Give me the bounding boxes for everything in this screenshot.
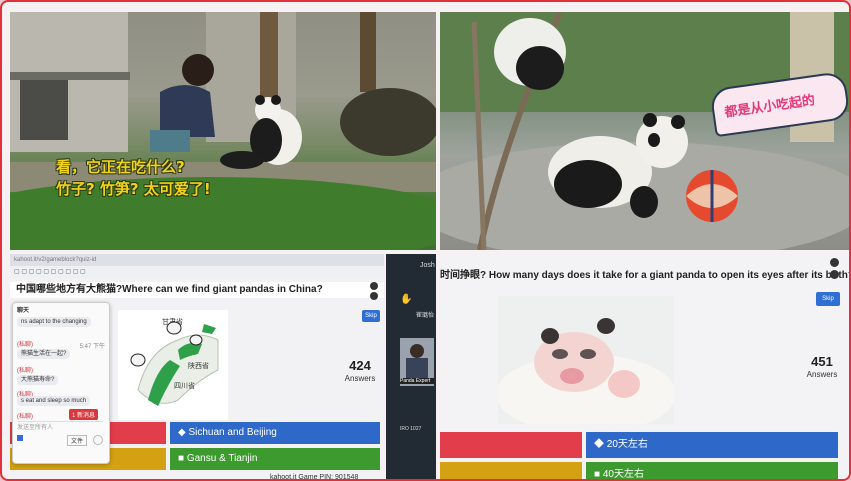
chat-message: ns adapt to the changing [17, 317, 91, 327]
baby-panda-image [498, 296, 674, 424]
answer-blue[interactable]: ◆ Sichuan and Beijing [170, 422, 380, 444]
answer-green-label: 40天左右 [602, 469, 644, 480]
file-button[interactable]: 文件 [67, 435, 88, 446]
answer-blue-label: Sichuan and Beijing [188, 427, 277, 438]
raise-hand-label: 崔璐怡 [416, 313, 435, 319]
skip-button[interactable]: Skip [816, 292, 840, 306]
chat-sender: (私聊) [17, 414, 33, 420]
settings-icon[interactable] [830, 270, 839, 279]
square-icon: ■ [178, 453, 187, 464]
chat-message: 大熊猫寿命? [17, 375, 59, 385]
chat-sender: (私聊) [17, 368, 33, 374]
diamond-icon: ◆ [178, 427, 189, 438]
question-text: 时间挣眼? How many days does it take for a g… [440, 270, 851, 281]
video-sidebar: Josh ✋ 崔璐怡 Panda Expert IRO 1027 [386, 254, 436, 479]
answer-blue-label: 20天左右 [606, 439, 648, 450]
chat-message: 熊猫生活在一起? [17, 349, 71, 359]
collage-frame: 看，它正在吃什么? 竹子? 竹笋? 太可爱了! 都是从小吃起的 kahoot.i… [0, 0, 851, 481]
kahoot-panel-map: kahoot.it/v2/gameblock?quiz-id ▢ ▢ ▢ ▢ ▢… [10, 254, 384, 481]
speech-bubble-text: 都是从小吃起的 [723, 93, 816, 121]
answer-green-label: Gansu & Tianjin [186, 453, 258, 464]
answers-count: 451 [811, 354, 833, 369]
participant-body [406, 358, 428, 378]
video-panel-keeper: 看，它正在吃什么? 竹子? 竹笋? 太可爱了! [10, 12, 436, 250]
participant-name: Josh [420, 262, 435, 269]
chat-time: 5:47 下午 [79, 344, 105, 350]
answer-blue[interactable]: ◆ 20天左右 [586, 432, 838, 458]
question-text: 中国哪些地方有大熊猫?Where can we find giant panda… [10, 282, 384, 298]
answer-yellow[interactable] [440, 462, 582, 479]
new-message-button[interactable]: 1 新消息 [69, 409, 99, 420]
participant-video[interactable]: Panda Expert [400, 338, 434, 386]
answer-green[interactable]: ■ 40天左右 [586, 462, 838, 480]
raise-hand-icon: ✋ [400, 294, 413, 305]
answer-red[interactable] [440, 432, 582, 458]
caption-line-2: 竹子? 竹笋? 太可爱了! [56, 180, 211, 198]
chat-window: 聊天 ns adapt to the changing (私聊) 熊猫生活在一起?… [12, 302, 110, 464]
volume-icon[interactable] [830, 258, 839, 267]
diamond-icon: ◆ [594, 439, 607, 450]
answer-green[interactable]: ■ Gansu & Tianjin [170, 448, 380, 470]
keeper-scene-image [10, 12, 436, 250]
skip-button[interactable]: Skip [362, 310, 380, 322]
square-icon: ■ [594, 469, 603, 480]
settings-icon[interactable] [370, 292, 378, 300]
panda-ball-scene-image [440, 12, 849, 250]
kahoot-panel-baby-panda: 时间挣眼? How many days does it take for a g… [440, 254, 851, 480]
volume-icon[interactable] [370, 282, 378, 290]
video-panel-ball: 都是从小吃起的 [440, 12, 849, 250]
chat-title: 聊天 [17, 308, 30, 314]
participant-label: Panda Expert [400, 378, 434, 384]
avatar [410, 344, 424, 358]
chat-message: s eat and sleep so much [17, 396, 91, 406]
china-map-image: 甘肃省 四川省 陕西省 [118, 310, 228, 420]
caption-line-1: 看，它正在吃什么? [56, 158, 185, 176]
map-label-sichuan: 四川省 [174, 381, 195, 390]
answers-label: Answers [344, 374, 376, 383]
send-icon[interactable] [17, 435, 23, 441]
bookmarks-bar: ▢ ▢ ▢ ▢ ▢ ▢ ▢ ▢ ▢ ▢ [10, 266, 384, 278]
chat-recipient[interactable]: 发送至所有人 [17, 421, 103, 432]
answers-label: Answers [806, 370, 838, 379]
participant-id: IRO 1027 [400, 426, 422, 432]
map-label-shaanxi: 陕西省 [188, 361, 209, 370]
more-icon[interactable] [93, 435, 103, 445]
chat-sender: (私聊) [17, 342, 33, 348]
game-pin-footer: kahoot.it Game PIN: 901548 [270, 474, 359, 481]
answers-count: 424 [349, 358, 371, 373]
browser-address-bar[interactable]: kahoot.it/v2/gameblock?quiz-id [10, 254, 384, 266]
